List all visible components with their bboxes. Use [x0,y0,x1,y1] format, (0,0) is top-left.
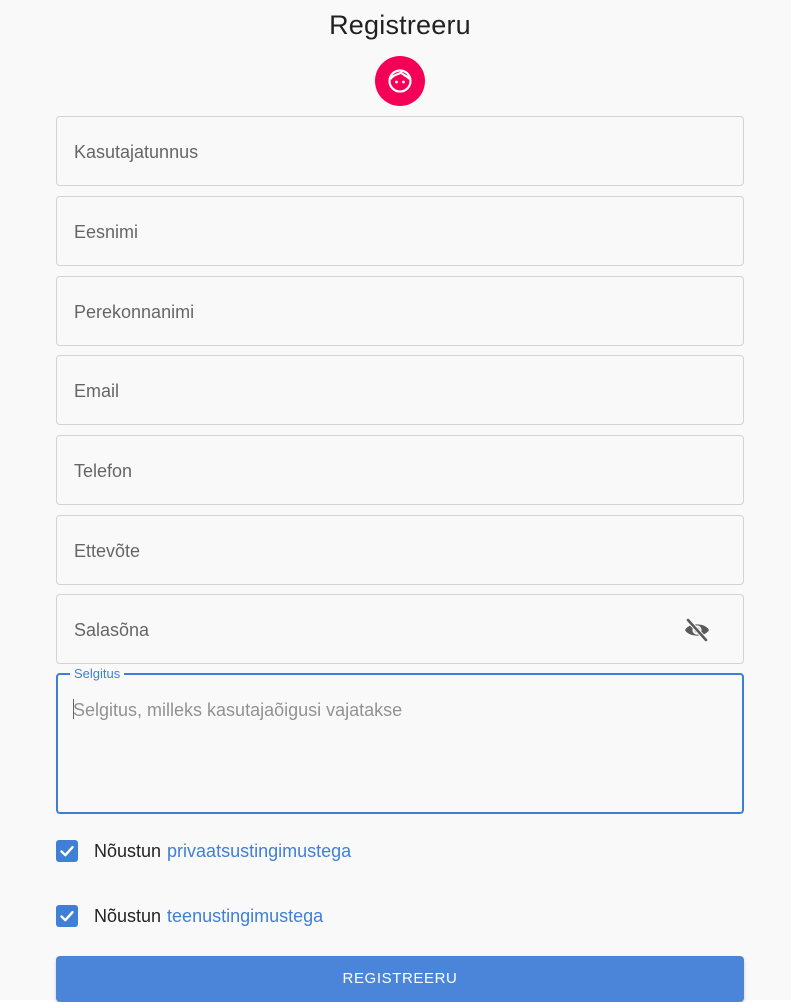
terms-consent-text: Nõustun [94,905,162,926]
privacy-checkbox[interactable] [56,840,78,862]
terms-checkbox[interactable] [56,905,78,927]
company-field[interactable]: Ettevõte [56,515,744,585]
first-name-field[interactable]: Eesnimi [56,196,744,266]
privacy-consent-row: Nõustun privaatsustingimustega [56,838,351,864]
username-placeholder: Kasutajatunnus [74,142,199,162]
check-icon [60,846,74,857]
last-name-placeholder: Perekonnanimi [74,302,195,322]
password-field[interactable]: Salasõna [56,594,744,664]
register-button-label: REGISTREERU [342,969,458,987]
explanation-placeholder: Selgitus, milleks kasutajaõigusi vajatak… [73,700,403,720]
explanation-textarea[interactable]: Selgitus Selgitus, milleks kasutajaõigus… [56,666,744,814]
privacy-link[interactable]: privaatsustingimustega [167,841,351,862]
avatar [375,56,425,106]
password-placeholder: Salasõna [74,620,150,640]
terms-consent-row: Nõustun teenustingimustega [56,903,323,929]
first-name-placeholder: Eesnimi [74,222,139,242]
company-placeholder: Ettevõte [74,541,141,561]
privacy-consent-text: Nõustun [94,840,162,861]
register-page: Registreeru Kasutajatunnus Eesnimi Perek… [0,0,791,1002]
phone-placeholder: Telefon [74,461,133,481]
phone-field[interactable]: Telefon [56,435,744,505]
check-icon [60,911,74,922]
username-field[interactable]: Kasutajatunnus [56,116,744,186]
terms-link[interactable]: teenustingimustega [167,906,323,927]
visibility-off-icon[interactable] [683,617,711,643]
email-placeholder: Email [74,381,120,401]
email-field[interactable]: Email [56,355,744,425]
last-name-field[interactable]: Perekonnanimi [56,276,744,346]
register-button[interactable]: REGISTREERU [56,956,744,1002]
explanation-label: Selgitus [70,666,125,682]
page-title: Registreeru [329,10,471,40]
face-icon [388,69,412,93]
